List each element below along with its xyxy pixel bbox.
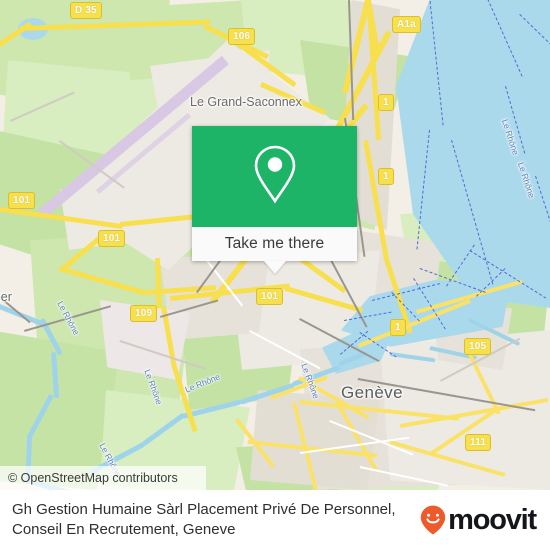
place-label: Le Grand-Saconnex	[190, 95, 302, 109]
road-shield: 111	[465, 434, 492, 451]
map-canvas[interactable]: D 35 106 A1a 1 1 101 101 101 109 1 105 111 Le Grand…	[0, 0, 550, 490]
map-attribution[interactable]: © OpenStreetMap contributors	[0, 466, 206, 490]
moovit-wordmark: moovit	[448, 504, 537, 536]
place-label: Genève	[341, 383, 403, 402]
road-shield: 101	[256, 288, 284, 305]
road-shield: 106	[228, 28, 256, 45]
place-title: Gh Gestion Humaine Sàrl Placement Privé …	[12, 501, 396, 538]
road-shield: 109	[130, 305, 158, 322]
bottom-info-bar: Gh Gestion Humaine Sàrl Placement Privé …	[0, 490, 550, 550]
road-shield: 105	[464, 338, 492, 355]
place-label: ier	[0, 290, 12, 304]
road-shield: 1	[390, 319, 406, 336]
road-shield: 1	[378, 168, 394, 185]
card-pointer-tail	[263, 261, 286, 274]
card-pin-panel	[192, 126, 357, 227]
map-pin-icon	[251, 143, 299, 210]
attribution-text: © OpenStreetMap contributors	[8, 471, 178, 485]
take-me-there-label: Take me there	[224, 235, 325, 252]
map-screenshot: D 35 106 A1a 1 1 101 101 101 109 1 105 111 Le Grand…	[0, 0, 550, 550]
road-shield: A1a	[392, 16, 421, 33]
road-shield: D 35	[70, 2, 102, 19]
take-me-there-card[interactable]: Take me there	[192, 126, 357, 274]
moovit-logo[interactable]: moovit	[420, 505, 550, 535]
road-shield: 101	[98, 230, 126, 247]
moovit-smiley-pin-icon	[420, 505, 446, 535]
card-action-bar[interactable]: Take me there	[192, 227, 357, 261]
road-shield: 1	[378, 94, 394, 111]
road-shield: 101	[8, 192, 36, 209]
